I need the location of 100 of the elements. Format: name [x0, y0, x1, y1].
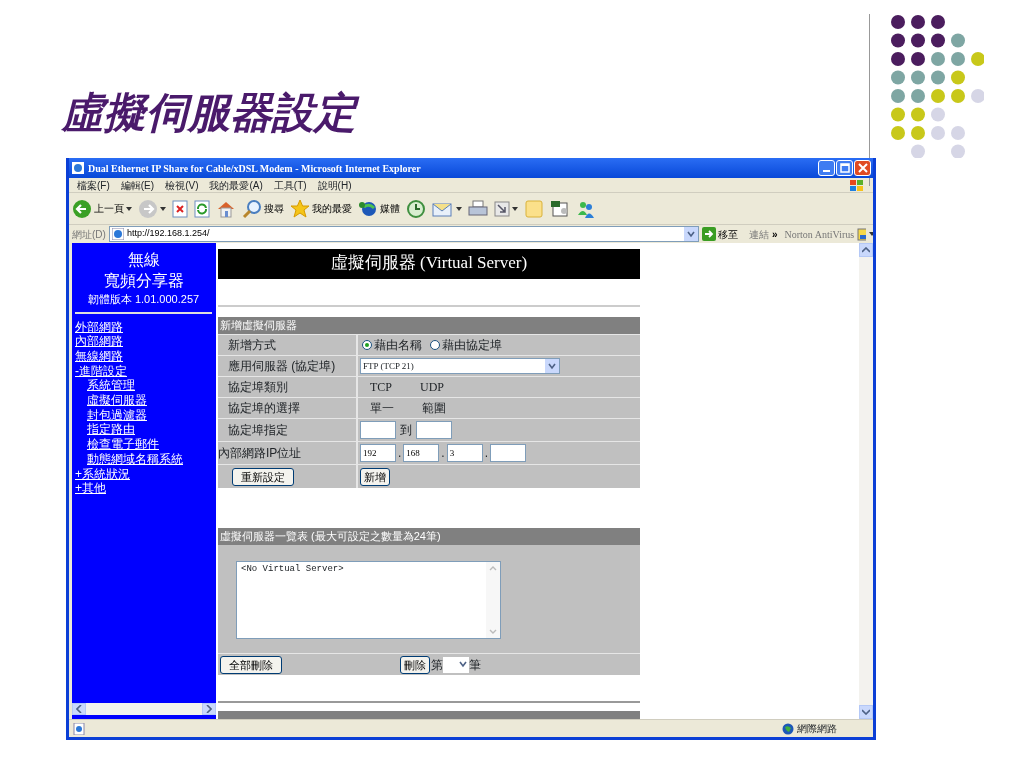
search-button[interactable]: 搜尋 — [241, 198, 285, 219]
ip-octet-field[interactable]: 168 — [403, 444, 440, 462]
nav-link[interactable]: 封包過濾器 — [75, 407, 212, 423]
field-label: 協定埠類別 — [228, 379, 288, 396]
back-button[interactable]: 上一頁 — [71, 198, 133, 219]
sidebar-title: 無線 — [126, 250, 161, 270]
ip-octet-field[interactable]: 3 — [446, 444, 483, 462]
go-button[interactable]: 移至 — [701, 226, 738, 242]
page-heading: 虛擬伺服器 (Virtual Server) — [218, 249, 640, 279]
address-label: 網址(D) — [72, 227, 106, 242]
radio-icon[interactable] — [362, 340, 372, 350]
radio-icon[interactable] — [430, 340, 440, 350]
scroll-up-button[interactable] — [859, 243, 873, 257]
separator-text: . — [398, 445, 402, 462]
sidebar-title: 寬頻分享器 — [102, 271, 185, 291]
nav-link[interactable]: 內部網路 — [75, 334, 212, 349]
forward-button[interactable] — [137, 198, 167, 219]
option-text: 範圍 — [422, 400, 446, 417]
favorites-button[interactable]: 我的最愛 — [289, 198, 353, 219]
scroll-down-button[interactable] — [859, 705, 873, 719]
print-button[interactable] — [467, 199, 489, 218]
star-icon — [290, 198, 310, 219]
port-field[interactable] — [416, 421, 452, 439]
stop-icon — [172, 199, 188, 218]
nav-link[interactable]: -進階設定 — [75, 363, 212, 379]
delete-all-button[interactable]: 全部刪除 — [220, 655, 282, 674]
close-icon — [857, 163, 868, 173]
stop-button[interactable] — [171, 199, 189, 218]
dropdown-value: FTP (TCP 21) — [363, 361, 414, 371]
window-icon — [494, 200, 510, 217]
clock-icon — [406, 198, 426, 219]
ip-octet-field[interactable]: 192 — [360, 444, 396, 462]
index-dropdown[interactable] — [443, 656, 469, 673]
reset-button[interactable]: 重新設定 — [232, 467, 294, 486]
minimize-icon — [823, 170, 830, 172]
label-text: 筆 — [469, 656, 481, 674]
refresh-icon — [194, 199, 210, 218]
nav-link[interactable]: 指定路由 — [75, 422, 212, 438]
edit-button[interactable] — [493, 200, 519, 217]
field-label: 新增方式 — [228, 337, 276, 354]
add-button[interactable]: 新增 — [360, 467, 390, 486]
search-icon — [242, 198, 262, 219]
globe-icon — [782, 722, 794, 735]
toolbar-icon[interactable] — [857, 227, 866, 241]
nav-link[interactable]: 虛擬伺服器 — [75, 393, 212, 408]
separator-text: . — [484, 445, 489, 462]
port-field[interactable] — [360, 421, 396, 439]
server-list[interactable]: <No Virtual Server> — [236, 561, 501, 639]
nav-link[interactable]: 系統管理 — [75, 378, 212, 393]
home-icon — [216, 199, 236, 218]
list-item[interactable]: <No Virtual Server> — [241, 564, 482, 574]
menu-item[interactable]: 檢視(V) — [165, 177, 199, 193]
option-text: UDP — [420, 379, 445, 396]
maximize-icon — [839, 163, 850, 173]
flag-icon — [849, 178, 865, 193]
horizontal-scrollbar[interactable] — [72, 703, 216, 715]
nav-link[interactable]: 檢查電子郵件 — [75, 437, 212, 452]
menu-item[interactable]: 檔案(F) — [77, 177, 110, 193]
address-field[interactable]: http://192.168.1.254/ — [108, 226, 699, 242]
page-icon — [73, 722, 85, 735]
field-label: 協定埠指定 — [228, 422, 288, 439]
firmware-version: 韌體版本 1.01.000.257 — [86, 292, 201, 307]
nav-link[interactable]: +其他 — [75, 481, 212, 496]
ip-octet-field[interactable] — [490, 444, 527, 462]
printer-icon — [468, 199, 488, 218]
maximize-button[interactable] — [836, 160, 853, 176]
menu-item[interactable]: 編輯(E) — [120, 177, 155, 193]
separator-text: 到 — [400, 422, 412, 439]
field-label: 應用伺服器 (協定埠) — [228, 358, 336, 375]
nav-link[interactable]: +系統狀況 — [75, 466, 212, 482]
delete-button[interactable]: 刪除 — [400, 655, 430, 674]
nav-link[interactable]: 無線網路 — [75, 348, 212, 364]
media-button[interactable]: 媒體 — [357, 198, 401, 219]
page-icon — [71, 161, 85, 175]
option-text: 單一 — [370, 400, 394, 417]
label-text: 第 — [431, 656, 443, 674]
history-button[interactable] — [405, 198, 427, 219]
scroll-right-button[interactable] — [202, 703, 216, 715]
option-text: TCP — [370, 379, 392, 396]
radio-option[interactable]: 藉由協定埠 — [430, 336, 502, 354]
nav-link[interactable]: 動態網域名稱系統 — [75, 451, 212, 467]
menu-item[interactable]: 工具(T) — [273, 177, 307, 193]
close-button[interactable] — [854, 160, 871, 176]
nav-link[interactable]: 外部網路 — [75, 319, 212, 335]
links-label[interactable]: 連結 — [748, 226, 769, 242]
radio-option[interactable]: 藉由名稱 — [362, 336, 422, 354]
scroll-left-button[interactable] — [72, 703, 86, 715]
dropdown[interactable]: FTP (TCP 21) — [360, 358, 560, 374]
url-text: http://192.168.1.254/ — [126, 227, 210, 241]
caret-icon[interactable] — [868, 232, 873, 236]
chevron-text[interactable]: » — [771, 226, 778, 242]
refresh-button[interactable] — [193, 199, 211, 218]
window-title: Dual Ethernet IP Share for Cable/xDSL Modem - Microsoft Internet Explorer — [88, 162, 421, 174]
book-icon — [550, 199, 570, 218]
menu-item[interactable]: 我的最愛(A) — [209, 177, 263, 193]
menu-item[interactable]: 說明(H) — [317, 177, 352, 193]
status-text: 網際網路 — [797, 722, 837, 736]
research-button[interactable] — [549, 199, 571, 218]
minimize-button[interactable] — [818, 160, 835, 176]
toolbar-link[interactable]: Norton AntiVirus — [784, 226, 855, 242]
